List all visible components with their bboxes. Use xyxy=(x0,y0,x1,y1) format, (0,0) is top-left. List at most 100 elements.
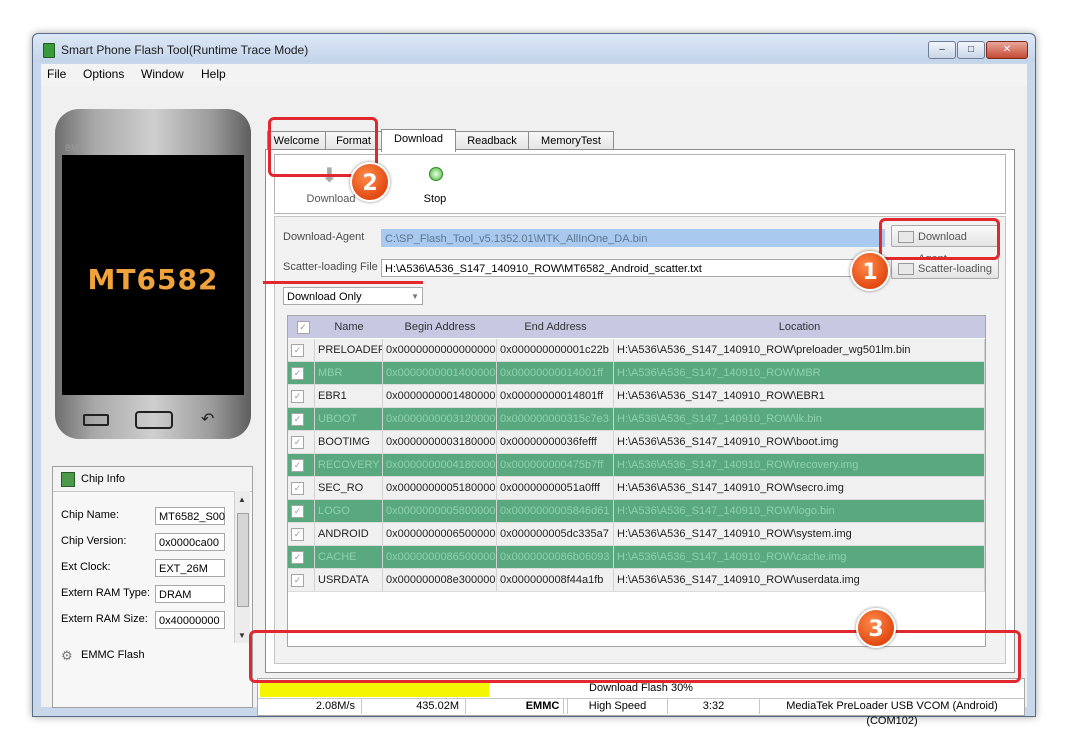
back-key-icon: ↶ xyxy=(201,411,215,428)
menu-file[interactable]: File xyxy=(47,67,66,81)
menu-key-icon xyxy=(83,414,109,426)
cell-name: RECOVERY xyxy=(315,454,383,477)
row-checkbox-cell: ✓ xyxy=(288,408,315,431)
maximize-button[interactable]: □ xyxy=(957,41,985,59)
cell-name: UBOOT xyxy=(315,408,383,431)
menu-window[interactable]: Window xyxy=(141,67,184,81)
cell-name: BOOTIMG xyxy=(315,431,383,454)
row-checkbox[interactable]: ✓ xyxy=(291,344,304,357)
row-checkbox[interactable]: ✓ xyxy=(291,505,304,518)
cell-end: 0x00000000051a0fff xyxy=(497,477,614,500)
annotation-underline-mode xyxy=(263,281,423,284)
row-checkbox[interactable]: ✓ xyxy=(291,459,304,472)
phone-brand: BM xyxy=(65,143,79,153)
tab-memorytest[interactable]: MemoryTest xyxy=(528,131,614,151)
chip-info-panel: Chip Info Chip Name: MT6582_S00 Chip Ver… xyxy=(52,466,253,708)
cell-begin: 0x0000000001400000 xyxy=(383,362,497,385)
status-bar: Download Flash 30% 2.08M/s 435.02M EMMC … xyxy=(257,678,1025,727)
annotation-badge-2: 2 xyxy=(350,162,390,202)
cell-location: H:\A536\A536_S147_140910_ROW\system.img xyxy=(614,523,985,546)
table-row[interactable]: ✓ RECOVERY 0x0000000004180000 0x00000000047… xyxy=(288,454,985,477)
table-row[interactable]: ✓ MBR 0x0000000001400000 0x00000000014001ff… xyxy=(288,362,985,385)
download-agent-input[interactable]: C:\SP_Flash_Tool_v5.1352.01\MTK_AllInOne… xyxy=(381,229,885,247)
ram-size-label: Extern RAM Size: xyxy=(61,613,148,625)
table-row[interactable]: ✓ EBR1 0x0000000001480000 0x00000000014801f… xyxy=(288,385,985,408)
cell-begin: 0x000000008e300000 xyxy=(383,569,497,592)
row-checkbox-cell: ✓ xyxy=(288,477,315,500)
row-checkbox-cell: ✓ xyxy=(288,431,315,454)
row-checkbox-cell: ✓ xyxy=(288,385,315,408)
home-key-icon xyxy=(135,411,173,429)
scroll-up-icon[interactable]: ▲ xyxy=(238,495,246,504)
row-checkbox[interactable]: ✓ xyxy=(291,413,304,426)
tab-readback[interactable]: Readback xyxy=(455,131,529,151)
row-checkbox-cell: ✓ xyxy=(288,523,315,546)
cell-end: 0x00000000014001ff xyxy=(497,362,614,385)
table-row[interactable]: ✓ PRELOADER 0x0000000000000000 0x0000000000… xyxy=(288,339,985,362)
status-size: 435.02M xyxy=(362,699,466,714)
row-checkbox[interactable]: ✓ xyxy=(291,574,304,587)
scatter-loading-label: Scatter-loading File xyxy=(283,261,378,273)
table-row[interactable]: ✓ BOOTIMG 0x0000000003180000 0x00000000036f… xyxy=(288,431,985,454)
select-all-checkbox[interactable]: ✓ xyxy=(296,321,310,334)
chip-info-scrollbar[interactable]: ▲ ▼ xyxy=(234,491,250,643)
minimize-button[interactable]: – xyxy=(928,41,956,59)
stop-button[interactable]: Stop xyxy=(407,157,467,209)
cell-end: 0x0000000086b06093 xyxy=(497,546,614,569)
cell-name: EBR1 xyxy=(315,385,383,408)
chevron-down-icon[interactable]: ▼ xyxy=(411,288,419,304)
header-check-column[interactable]: ✓ xyxy=(288,316,316,338)
cell-begin: 0x0000000005180000 xyxy=(383,477,497,500)
status-speed: 2.08M/s xyxy=(258,699,362,714)
row-checkbox[interactable]: ✓ xyxy=(291,367,304,380)
cell-name: SEC_RO xyxy=(315,477,383,500)
table-row[interactable]: ✓ ANDROID 0x0000000006500000 0x000000005dc3… xyxy=(288,523,985,546)
table-row[interactable]: ✓ CACHE 0x0000000086500000 0x0000000086b060… xyxy=(288,546,985,569)
row-checkbox[interactable]: ✓ xyxy=(291,436,304,449)
scatter-loading-button[interactable]: Scatter-loading xyxy=(891,257,999,279)
row-checkbox[interactable]: ✓ xyxy=(291,528,304,541)
tab-download[interactable]: Download xyxy=(381,129,456,152)
cell-end: 0x000000000001c22b xyxy=(497,339,614,362)
cell-location: H:\A536\A536_S147_140910_ROW\boot.img xyxy=(614,431,985,454)
table-row[interactable]: ✓ USRDATA 0x000000008e300000 0x000000008f44… xyxy=(288,569,985,592)
row-checkbox-cell: ✓ xyxy=(288,569,315,592)
chip-name-label: Chip Name: xyxy=(61,509,120,521)
scatter-loading-input[interactable]: H:\A536\A536_S147_140910_ROW\MT6582_Andr… xyxy=(381,259,885,277)
cell-location: H:\A536\A536_S147_140910_ROW\cache.img xyxy=(614,546,985,569)
row-checkbox[interactable]: ✓ xyxy=(291,390,304,403)
download-mode-value: Download Only xyxy=(287,291,362,303)
table-row[interactable]: ✓ UBOOT 0x0000000003120000 0x000000000315c7… xyxy=(288,408,985,431)
cell-name: CACHE xyxy=(315,546,383,569)
emmc-flash-label: EMMC Flash xyxy=(81,649,145,661)
phone-image: BM MT6582 ↶ xyxy=(55,109,251,439)
scroll-down-icon[interactable]: ▼ xyxy=(238,631,246,640)
table-row[interactable]: ✓ SEC_RO 0x0000000005180000 0x00000000051a0… xyxy=(288,477,985,500)
download-mode-select[interactable]: Download Only ▼ xyxy=(283,287,423,305)
cell-begin: 0x0000000001480000 xyxy=(383,385,497,408)
ram-type-field: DRAM xyxy=(155,585,225,603)
ext-clock-label: Ext Clock: xyxy=(61,561,111,573)
cell-name: MBR xyxy=(315,362,383,385)
table-row[interactable]: ✓ LOGO 0x0000000005800000 0x0000000005846d6… xyxy=(288,500,985,523)
scatter-loading-button-label: Scatter-loading xyxy=(918,263,992,275)
window-title: Smart Phone Flash Tool(Runtime Trace Mod… xyxy=(61,43,309,57)
cell-location: H:\A536\A536_S147_140910_ROW\secro.img xyxy=(614,477,985,500)
menu-help[interactable]: Help xyxy=(201,67,226,81)
row-checkbox[interactable]: ✓ xyxy=(291,482,304,495)
progress-text: Download Flash 30% xyxy=(589,682,693,694)
chip-version-label: Chip Version: xyxy=(61,535,127,547)
cell-begin: 0x0000000000000000 xyxy=(383,339,497,362)
cell-end: 0x000000000475b7ff xyxy=(497,454,614,477)
cell-name: PRELOADER xyxy=(315,339,383,362)
row-checkbox[interactable]: ✓ xyxy=(291,551,304,564)
menu-options[interactable]: Options xyxy=(83,67,124,81)
scroll-thumb[interactable] xyxy=(237,513,249,607)
row-checkbox-cell: ✓ xyxy=(288,454,315,477)
cell-end: 0x000000008f44a1fb xyxy=(497,569,614,592)
close-button[interactable]: ✕ xyxy=(986,41,1028,59)
row-checkbox-cell: ✓ xyxy=(288,546,315,569)
chip-name-field: MT6582_S00 xyxy=(155,507,225,525)
emmc-flash-row: ⚙ EMMC Flash xyxy=(53,643,252,667)
cell-location: H:\A536\A536_S147_140910_ROW\lk.bin xyxy=(614,408,985,431)
